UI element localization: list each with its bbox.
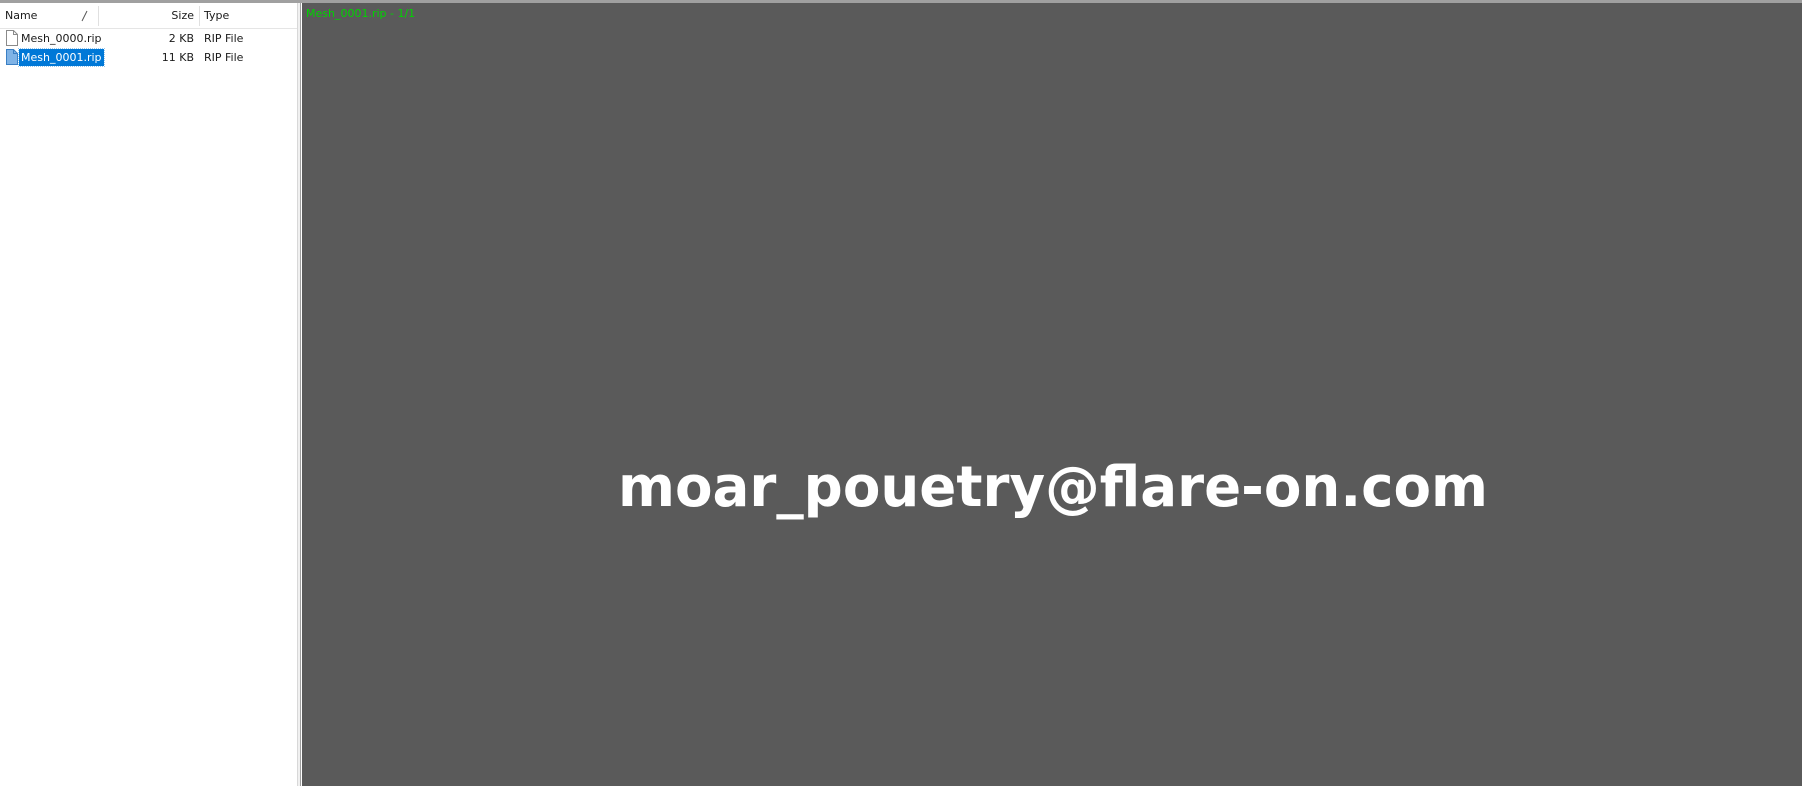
app-window: Name Size Type Mesh_0000.rip 2 KB RIP Fi… [0,0,1802,786]
file-name: Mesh_0001.rip [18,48,105,67]
file-icon [6,30,18,46]
file-list-header: Name Size Type [0,3,297,29]
file-row-mesh-0001[interactable]: Mesh_0001.rip 11 KB RIP File [0,48,297,67]
file-type: RIP File [204,51,244,64]
column-header-type-label: Type [204,9,230,22]
column-header-type[interactable]: Type [199,3,297,29]
column-header-name-label: Name [5,9,38,22]
file-type: RIP File [204,32,244,45]
sort-indicator-icon [81,10,88,22]
rendered-mesh-text: moar_pouetry@flare-on.com [618,455,1488,520]
pane-splitter[interactable] [297,3,301,786]
rendered-mesh-text-content: moar_pouetry@flare-on.com [618,455,1488,520]
file-icon [6,49,18,65]
mesh-viewport[interactable]: Mesh_0001.rip - 1/1 moar_pouetry@flare-o… [302,3,1802,786]
file-size: 2 KB [168,32,194,45]
column-header-size-label: Size [171,9,194,22]
file-list-pane[interactable] [0,3,297,786]
file-size: 11 KB [161,51,194,64]
file-name: Mesh_0000.rip [21,32,102,45]
column-header-size[interactable]: Size [98,3,199,29]
viewport-status-text: Mesh_0001.rip - 1/1 [306,7,416,20]
file-row-mesh-0000[interactable]: Mesh_0000.rip 2 KB RIP File [0,29,297,48]
